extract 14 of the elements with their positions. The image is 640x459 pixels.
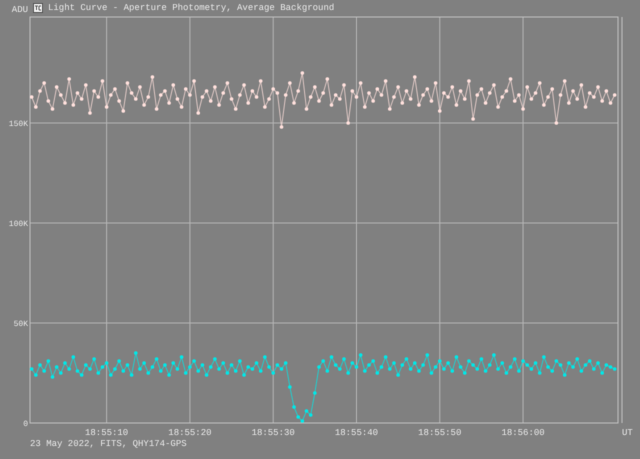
x-tick-label: 18:55:50 xyxy=(418,428,462,438)
x-tick-label: 18:55:30 xyxy=(252,428,295,438)
y-tick-label: 50K xyxy=(14,320,28,329)
x-axis-label: UT xyxy=(622,428,633,438)
x-tick-label: 18:55:10 xyxy=(85,428,128,438)
y-axis-label: ADU xyxy=(10,6,29,14)
x-tick-label: 18:55:40 xyxy=(334,428,378,438)
y-tick-label: 100K xyxy=(8,220,28,229)
x-tick-label: 18:56:00 xyxy=(501,428,545,438)
y-tick-label: 150K xyxy=(8,120,28,129)
x-tick-label: 18:55:20 xyxy=(168,428,212,438)
window-title: Light Curve - Aperture Photometry, Average Background xyxy=(48,4,334,12)
footer-info: 23 May 2022, FITS, QHY174-GPS xyxy=(30,440,187,449)
y-tick-label: 0 xyxy=(23,420,28,429)
